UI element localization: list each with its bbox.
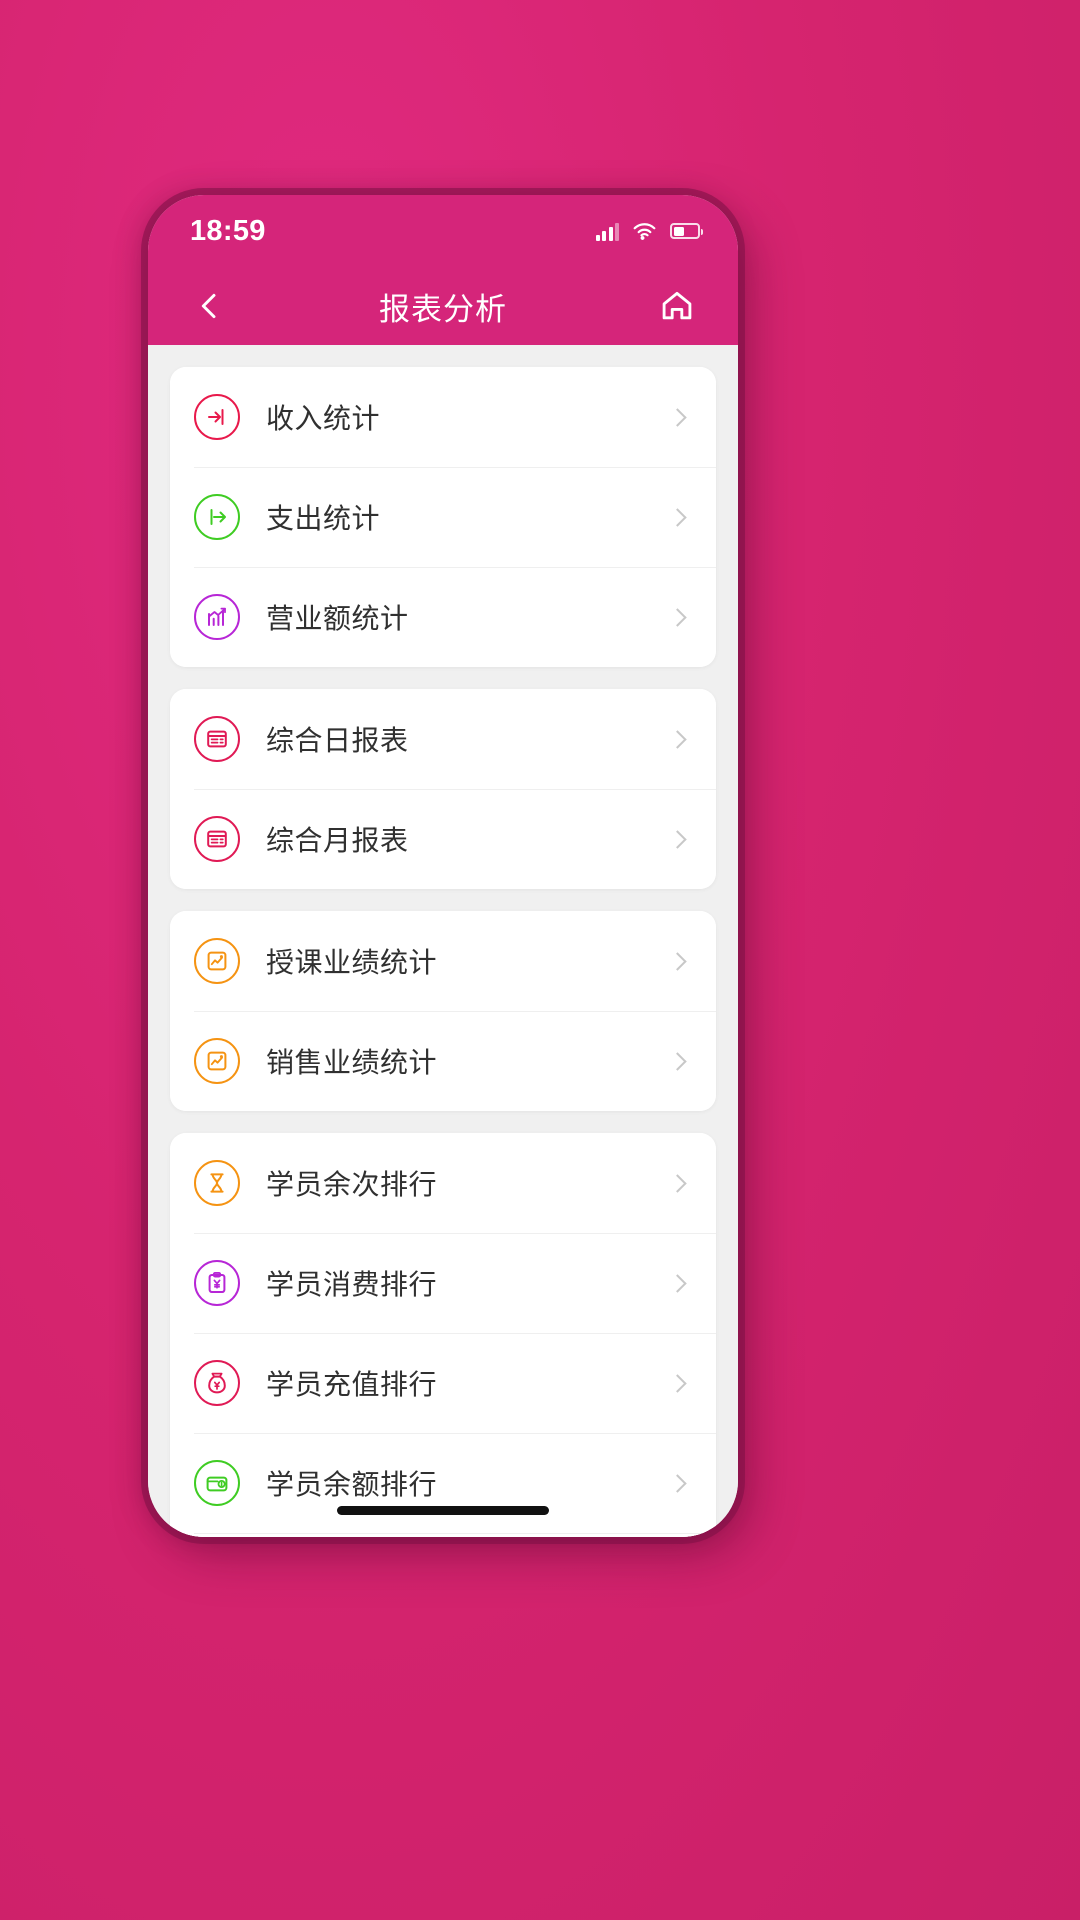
- chevron-right-icon: [668, 1273, 687, 1293]
- back-button[interactable]: [182, 279, 236, 333]
- recharge-money-bag-icon: [194, 1360, 240, 1406]
- chevron-right-icon: [668, 507, 687, 527]
- list-item-label: 学员余次排行: [266, 1169, 438, 1200]
- cellular-signal-icon: [595, 222, 619, 241]
- chevron-right-icon: [668, 729, 687, 749]
- home-icon: [662, 291, 692, 320]
- chevron-right-icon: [668, 1473, 687, 1493]
- navigation-bar: 报表分析: [148, 267, 738, 345]
- chevron-right-icon: [668, 1173, 687, 1193]
- list-item-label: 收入统计: [266, 403, 381, 434]
- list-item-label: 综合月报表: [266, 825, 409, 856]
- list-item[interactable]: 学员余次排行: [170, 1133, 716, 1233]
- daily-report-table-icon: [194, 716, 240, 762]
- list-item[interactable]: 营业额统计: [170, 567, 716, 667]
- income-arrow-in-icon: [194, 394, 240, 440]
- expense-arrow-out-icon: [194, 494, 240, 540]
- list-item[interactable]: 综合月报表: [170, 789, 716, 889]
- home-button[interactable]: [650, 279, 704, 333]
- student-ranking-group: 学员余次排行学员消费排行学员充值排行学员余额排行学员积分排行: [170, 1133, 716, 1537]
- chevron-right-icon: [668, 1373, 687, 1393]
- list-item-label: 学员余额排行: [266, 1469, 438, 1500]
- consumption-clipboard-icon: [194, 1260, 240, 1306]
- list-item[interactable]: 学员消费排行: [170, 1233, 716, 1333]
- status-bar: 18:59: [148, 195, 738, 267]
- list-item-label: 支出统计: [266, 503, 381, 534]
- monthly-report-table-icon: [194, 816, 240, 862]
- chevron-right-icon: [668, 407, 687, 427]
- wallet-balance-icon: [194, 1460, 240, 1506]
- list-item-label: 学员消费排行: [266, 1269, 438, 1300]
- list-item[interactable]: 销售业绩统计: [170, 1011, 716, 1111]
- status-bar-icons: [595, 222, 703, 241]
- list-item[interactable]: 学员积分排行: [170, 1533, 716, 1537]
- chevron-right-icon: [668, 607, 687, 627]
- chevron-right-icon: [668, 829, 687, 849]
- home-indicator: [337, 1506, 549, 1515]
- report-list[interactable]: 收入统计 支出统计 营业额统计 综合日报表 综合月报表 授课业绩统计 销售业绩统计 学员余次排…: [148, 345, 738, 1537]
- list-item[interactable]: 综合日报表: [170, 689, 716, 789]
- list-item[interactable]: 支出统计: [170, 467, 716, 567]
- list-item[interactable]: 学员充值排行: [170, 1333, 716, 1433]
- hourglass-icon: [194, 1160, 240, 1206]
- statistics-group: 收入统计支出统计营业额统计: [170, 367, 716, 667]
- list-item[interactable]: 学员余额排行: [170, 1433, 716, 1533]
- phone-frame: 18:59 报表分析 收入统计 支出统计 营业额统计 综合日报表 综合月报表 授课业: [148, 195, 738, 1537]
- comprehensive-report-group: 综合日报表综合月报表: [170, 689, 716, 889]
- performance-group: 授课业绩统计 销售业绩统计: [170, 911, 716, 1111]
- list-item-label: 综合日报表: [266, 725, 409, 756]
- chevron-right-icon: [668, 1051, 687, 1071]
- wifi-icon: [633, 222, 656, 240]
- list-item[interactable]: 收入统计: [170, 367, 716, 467]
- list-item-label: 销售业绩统计: [266, 1047, 438, 1078]
- turnover-chart-icon: [194, 594, 240, 640]
- chevron-left-icon: [201, 293, 216, 319]
- list-item-label: 学员充值排行: [266, 1369, 438, 1400]
- list-item-label: 营业额统计: [266, 603, 409, 634]
- list-item[interactable]: 授课业绩统计: [170, 911, 716, 1011]
- sales-performance-icon: [194, 1038, 240, 1084]
- teaching-performance-icon: [194, 938, 240, 984]
- status-bar-clock: 18:59: [190, 214, 266, 247]
- battery-icon: [670, 223, 703, 239]
- chevron-right-icon: [668, 951, 687, 971]
- list-item-label: 授课业绩统计: [266, 947, 438, 978]
